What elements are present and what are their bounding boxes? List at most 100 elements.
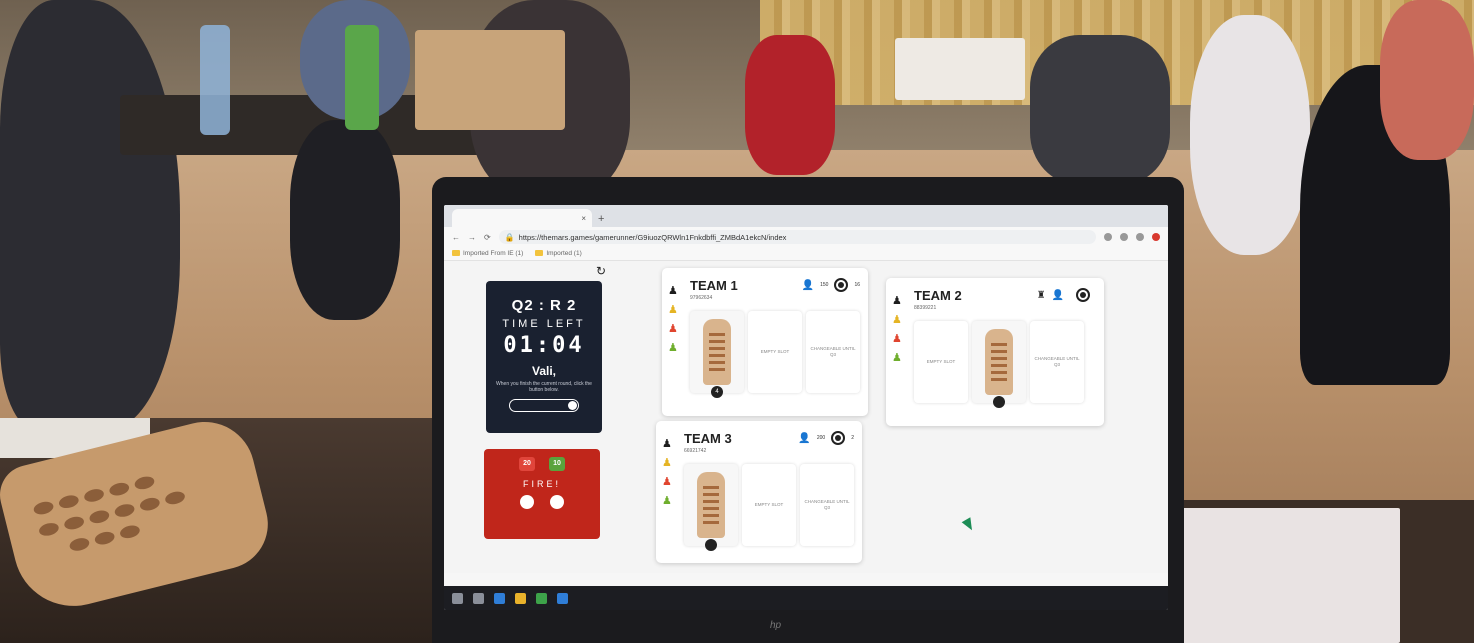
forward-icon[interactable]: →	[468, 233, 476, 242]
folder-icon	[452, 250, 460, 257]
player-icon: ♟	[662, 476, 672, 488]
extension-icon[interactable]	[1104, 233, 1112, 241]
person-icon: 👤	[1051, 289, 1064, 301]
red-count-badge: 20	[519, 457, 535, 471]
fire-title: FIRE!	[522, 479, 561, 489]
new-tab-icon[interactable]: +	[598, 213, 604, 225]
card-slot-empty[interactable]: EMPTY SLOT	[914, 321, 968, 403]
search-icon[interactable]	[473, 592, 484, 604]
game-piece-image	[703, 319, 731, 385]
player-icon: ♟	[668, 323, 678, 335]
card-slot-filled[interactable]	[684, 464, 738, 551]
piece-count-badge	[705, 539, 717, 551]
lock-icon: 🔒	[504, 232, 515, 242]
team-name: TEAM 3	[684, 431, 732, 446]
game-app: Q2 : R 2 TIME LEFT 01:04 Vali, When you …	[444, 261, 1168, 573]
card-slot-filled[interactable]: 4	[690, 311, 744, 398]
person-legs	[290, 120, 400, 320]
player-icon: ♟	[668, 342, 678, 354]
player-icon: ♟	[668, 304, 678, 316]
mouse-cursor-icon	[961, 517, 977, 533]
team-code: 88399221	[914, 305, 937, 311]
medal-icon	[1076, 288, 1090, 302]
conference-room-photo: hp × + ← → ⟳ 🔒 https://themars.games/gam…	[0, 0, 1474, 643]
browser-tab[interactable]: ×	[452, 209, 592, 227]
player-column: ♟ ♟ ♟ ♟	[662, 439, 672, 507]
player-icon: ♟	[662, 495, 672, 507]
game-piece-image	[697, 472, 725, 538]
app-icon[interactable]	[557, 592, 568, 604]
team-card: ♟ ♟ ♟ ♟ TEAM 1 97962634 👤 150 16 4 EMPTY…	[662, 268, 868, 416]
timer-card: Q2 : R 2 TIME LEFT 01:04 Vali, When you …	[486, 281, 602, 433]
person-white-shirt	[1190, 15, 1310, 255]
browser-tab-bar: × +	[444, 205, 1168, 227]
card-slot-changeable[interactable]: CHANGEABLE UNTIL Q3	[1030, 321, 1084, 403]
person-icon: 👤	[801, 279, 815, 291]
extension-icon[interactable]	[1136, 233, 1144, 241]
bookmark-item[interactable]: Imported (1)	[535, 250, 582, 257]
windows-taskbar	[444, 586, 1168, 610]
medal-icon	[831, 431, 846, 445]
bookmark-item[interactable]: Imported From IE (1)	[452, 250, 523, 257]
arrow-icon	[568, 401, 577, 410]
people-count: 150	[820, 282, 829, 288]
medal-count: 2	[851, 435, 854, 441]
player-icon: ♟	[662, 438, 672, 450]
player-icon: ♟	[892, 352, 902, 364]
file-explorer-icon[interactable]	[515, 592, 526, 604]
fire-choice-button[interactable]	[550, 495, 564, 509]
folder-icon	[535, 250, 544, 257]
player-column: ♟ ♟ ♟ ♟	[668, 286, 678, 354]
player-icon: ♟	[662, 457, 672, 469]
background-laptop	[415, 30, 565, 130]
app-icon[interactable]	[536, 592, 547, 604]
person-far-right	[1380, 0, 1474, 160]
reload-icon[interactable]: ⟳	[484, 233, 491, 242]
player-icon: ♟	[892, 314, 902, 326]
finish-round-button[interactable]	[509, 399, 579, 412]
player-icon: ♟	[668, 285, 678, 297]
player-icon: ♟	[892, 333, 902, 345]
team-card: ♟ ♟ ♟ ♟ TEAM 2 88399221 ♜ 👤 EMPTY SLOT C…	[886, 278, 1104, 426]
fire-card: 20 10 FIRE!	[484, 449, 600, 539]
person-icon: 👤	[798, 432, 811, 444]
piece-count-badge	[993, 396, 1005, 408]
edge-icon[interactable]	[494, 592, 505, 604]
red-jacket	[745, 35, 835, 175]
player-icon: ♟	[892, 295, 902, 307]
time-left-label: TIME LEFT	[502, 318, 586, 330]
player-name: Vali,	[531, 364, 557, 378]
round-label: Q2 : R 2	[511, 297, 577, 314]
card-slot-empty[interactable]: EMPTY SLOT	[742, 464, 796, 546]
back-icon[interactable]: ←	[452, 233, 460, 242]
green-bottle	[345, 25, 379, 130]
bookmarks-bar: Imported From IE (1) Imported (1)	[444, 247, 1168, 261]
card-slot-empty[interactable]: EMPTY SLOT	[748, 311, 802, 393]
card-slot-filled[interactable]	[972, 321, 1026, 408]
piece-count-badge: 4	[711, 386, 723, 398]
person-left	[0, 0, 180, 430]
team-name: TEAM 2	[914, 288, 962, 303]
card-slot-changeable[interactable]: CHANGEABLE UNTIL Q3	[806, 311, 860, 393]
medal-icon	[834, 278, 849, 292]
hp-logo: hp	[770, 620, 782, 631]
laptop-screen: × + ← → ⟳ 🔒 https://themars.games/gameru…	[444, 205, 1168, 610]
fire-choice-button[interactable]	[520, 495, 534, 509]
timer-note: When you finish the current round, click…	[496, 381, 592, 393]
refresh-icon[interactable]: ↻	[596, 264, 606, 278]
team-card: ♟ ♟ ♟ ♟ TEAM 3 66921742 👤 200 2 EMPTY SL…	[656, 421, 862, 563]
green-count-badge: 10	[549, 457, 565, 471]
profile-avatar[interactable]	[1152, 233, 1160, 241]
card-slot-changeable[interactable]: CHANGEABLE UNTIL Q3	[800, 464, 854, 546]
team-code: 97962634	[690, 295, 713, 301]
extension-icon[interactable]	[1120, 233, 1128, 241]
windows-start-icon[interactable]	[452, 592, 463, 604]
team-name: TEAM 1	[690, 278, 738, 293]
address-bar: ← → ⟳ 🔒 https://themars.games/gamerunner…	[444, 227, 1168, 247]
player-piece-icon: ♜	[1036, 289, 1046, 301]
background-table	[895, 38, 1025, 100]
close-icon[interactable]: ×	[581, 214, 586, 223]
water-bottle	[200, 25, 230, 135]
people-count: 200	[816, 435, 826, 441]
url-field[interactable]: 🔒 https://themars.games/gamerunner/G9iuo…	[498, 230, 1096, 244]
